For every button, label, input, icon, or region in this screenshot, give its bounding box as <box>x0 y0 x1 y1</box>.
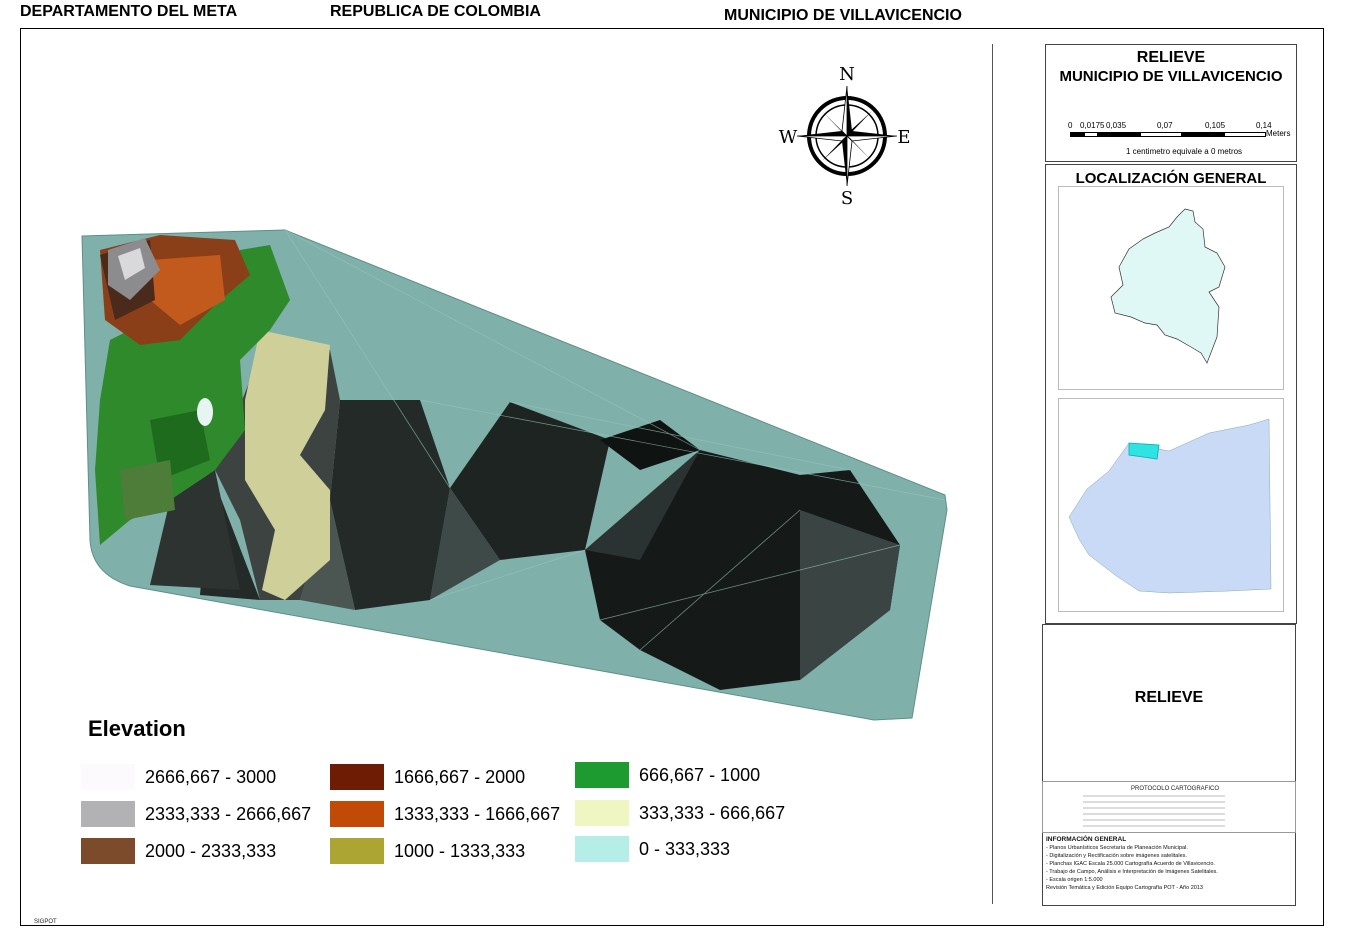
legend-swatch <box>81 838 135 864</box>
info-line: - Planchas IGAC Escala 25.000 Cartografí… <box>1046 861 1215 867</box>
scale-label: 0 <box>1068 121 1073 130</box>
footer-mark: SIGPOT <box>34 919 57 925</box>
legend-swatch <box>575 762 629 788</box>
legend-label: 333,333 - 666,667 <box>639 803 786 823</box>
legend-label: 2666,667 - 3000 <box>145 767 277 787</box>
location-title: LOCALIZACIÓN GENERAL <box>1075 170 1267 187</box>
info-line: - Planos Urbanísticos Secretaría de Plan… <box>1046 845 1188 851</box>
compass-rose-icon: N S E W <box>779 64 911 209</box>
mid-elevation-zone <box>120 460 175 520</box>
info-line: - Escala origen 1:5.000 <box>1046 877 1103 883</box>
legend-swatch <box>330 838 384 864</box>
info-heading: INFORMACIÓN GENERAL <box>1046 836 1127 843</box>
legend-swatch <box>81 801 135 827</box>
compass-w-label: W <box>779 127 798 148</box>
north-arrow: N S E W <box>770 64 920 210</box>
colombia-inset <box>1058 186 1284 390</box>
legend-label: 0 - 333,333 <box>639 839 731 859</box>
legend-swatch <box>575 836 629 862</box>
scale-bar <box>1070 132 1266 137</box>
title-line-1: RELIEVE <box>1136 49 1206 66</box>
legend-swatch <box>330 764 384 790</box>
colombia-map <box>1110 208 1226 364</box>
legend-label: 1000 - 1333,333 <box>394 841 526 861</box>
legend-label: 2000 - 2333,333 <box>145 841 277 861</box>
cartographic-table: PROTOCOLO CARTOGRAFICO <box>1042 781 1296 833</box>
scale-label: 0,035 <box>1106 121 1127 130</box>
title-panel: RELIEVE MUNICIPIO DE VILLAVICENCIO <box>1045 44 1297 162</box>
legend-title: Elevation <box>88 716 186 741</box>
legend-swatch <box>575 800 629 826</box>
scale-label: 0,105 <box>1205 121 1226 130</box>
theme-title: RELIEVE <box>1134 689 1204 706</box>
info-line: Revisión Temática y Edición Equipo Carto… <box>1046 885 1203 891</box>
general-info: INFORMACIÓN GENERAL - Planos Urbanístico… <box>1046 836 1218 892</box>
meta-inset <box>1058 398 1284 612</box>
compass-n-label: N <box>839 64 855 85</box>
legend-swatch <box>81 764 135 790</box>
scale-label: 0,0175 <box>1080 121 1105 130</box>
legend-label: 666,667 - 1000 <box>639 765 761 785</box>
info-line: - Digitalización y Rectificación sobre i… <box>1046 853 1187 859</box>
title-line-2: MUNICIPIO DE VILLAVICENCIO <box>1059 68 1283 85</box>
legend-label: 1333,333 - 1666,667 <box>394 804 561 824</box>
scale-label: 0,07 <box>1157 121 1173 130</box>
cartographic-table-lines <box>1083 795 1225 827</box>
legend-label: 2333,333 - 2666,667 <box>145 804 312 824</box>
compass-s-label: S <box>841 188 853 209</box>
info-line: - Trabajo de Campo, Análisis e Interpret… <box>1046 869 1218 875</box>
scale-note: 1 centimetro equivale a 0 metros <box>1126 147 1243 156</box>
legend-swatch <box>330 801 384 827</box>
meta-department-map <box>1068 418 1272 594</box>
legend-label: 1666,667 - 2000 <box>394 767 526 787</box>
compass-e-label: E <box>897 127 910 148</box>
scale-units: Meters <box>1266 129 1291 138</box>
lake <box>197 398 213 426</box>
